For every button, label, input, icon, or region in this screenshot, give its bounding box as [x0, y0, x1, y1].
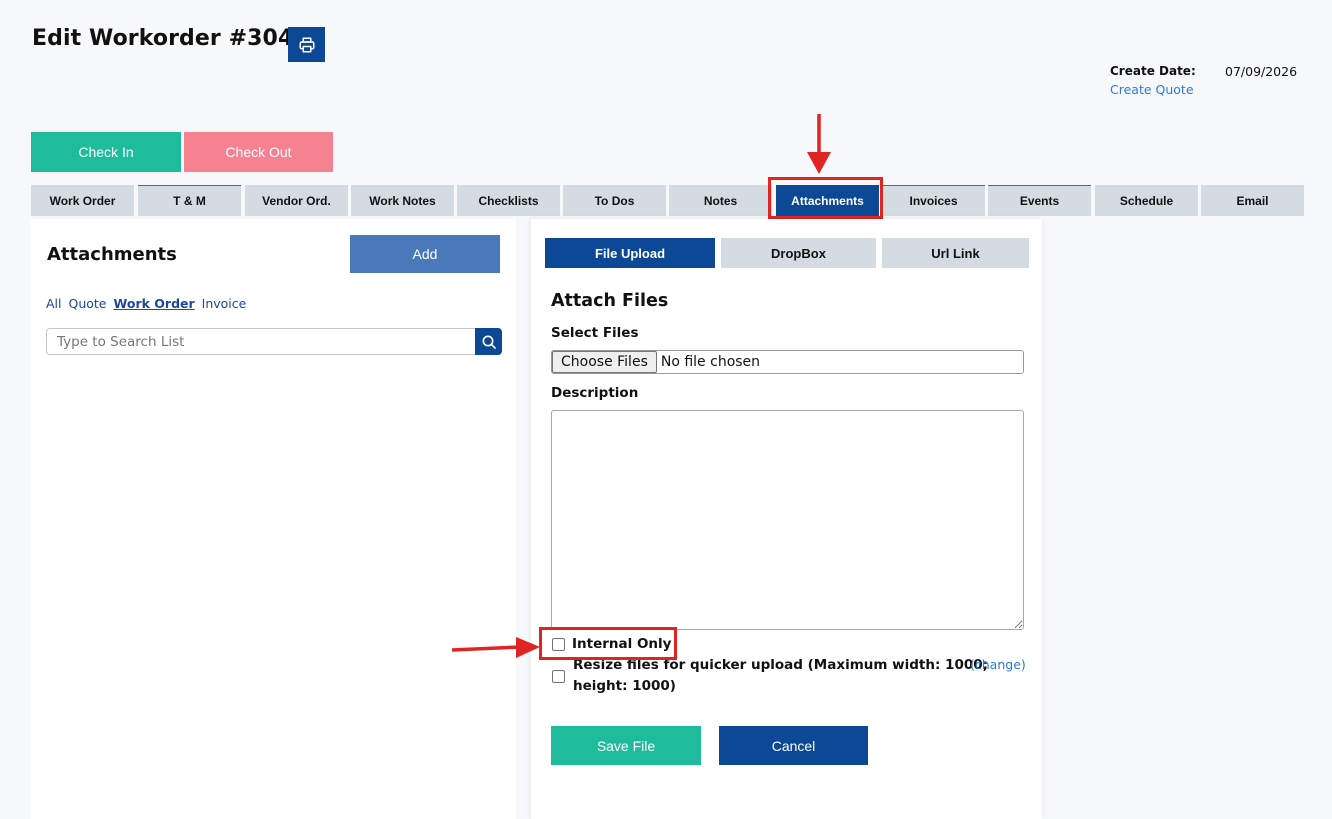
subtab-dropbox[interactable]: DropBox — [721, 238, 876, 268]
resize-files-checkbox[interactable] — [552, 670, 565, 683]
filter-all[interactable]: All — [46, 296, 62, 311]
tab-checklists[interactable]: Checklists — [457, 185, 560, 216]
attach-files-title: Attach Files — [551, 291, 669, 311]
tab-work-order[interactable]: Work Order — [31, 185, 134, 216]
print-button[interactable] — [288, 27, 325, 62]
filter-work-order[interactable]: Work Order — [114, 296, 195, 311]
save-file-button[interactable]: Save File — [551, 726, 701, 765]
file-input[interactable]: Choose Files No file chosen — [551, 350, 1024, 374]
search-icon — [482, 335, 496, 349]
choose-files-button[interactable]: Choose Files — [552, 351, 657, 373]
tab-notes[interactable]: Notes — [669, 185, 772, 216]
subtab-url-link[interactable]: Url Link — [882, 238, 1029, 268]
check-in-button[interactable]: Check In — [31, 132, 181, 172]
search-input[interactable] — [46, 328, 476, 355]
filter-invoice[interactable]: Invoice — [202, 296, 247, 311]
tab-to-dos[interactable]: To Dos — [563, 185, 666, 216]
filter-quote[interactable]: Quote — [69, 296, 107, 311]
description-label: Description — [551, 385, 639, 401]
attachments-tab-highlight — [768, 177, 883, 219]
tab-t-and-m[interactable]: T & M — [138, 185, 241, 216]
cancel-button[interactable]: Cancel — [719, 726, 868, 765]
tab-work-notes[interactable]: Work Notes — [351, 185, 454, 216]
tab-invoices[interactable]: Invoices — [882, 185, 985, 216]
create-date-value: 07/09/2026 — [1225, 64, 1298, 79]
tab-schedule[interactable]: Schedule — [1095, 185, 1198, 216]
tab-email[interactable]: Email — [1201, 185, 1304, 216]
attachment-filters: All Quote Work Order Invoice — [46, 296, 246, 311]
page-title: Edit Workorder #3043 — [32, 26, 309, 51]
internal-only-highlight — [539, 627, 677, 660]
tab-vendor-ord[interactable]: Vendor Ord. — [245, 185, 348, 216]
resize-files-label-line2: height: 1000) — [573, 678, 676, 694]
tab-events[interactable]: Events — [988, 185, 1091, 216]
attachments-heading: Attachments — [47, 244, 177, 265]
create-quote-link[interactable]: Create Quote — [1110, 82, 1194, 97]
change-resize-link[interactable]: (change) — [970, 657, 1026, 672]
subtab-file-upload[interactable]: File Upload — [545, 238, 715, 268]
right-arrow-annotation — [451, 637, 540, 658]
create-date-label: Create Date: — [1110, 64, 1196, 78]
search-button[interactable] — [475, 328, 502, 355]
down-arrow-annotation — [807, 114, 831, 174]
description-textarea[interactable] — [551, 410, 1024, 630]
printer-icon — [299, 37, 314, 52]
check-out-button[interactable]: Check Out — [184, 132, 333, 172]
add-attachment-button[interactable]: Add — [350, 235, 500, 273]
select-files-label: Select Files — [551, 325, 639, 341]
no-file-text: No file chosen — [660, 354, 761, 370]
